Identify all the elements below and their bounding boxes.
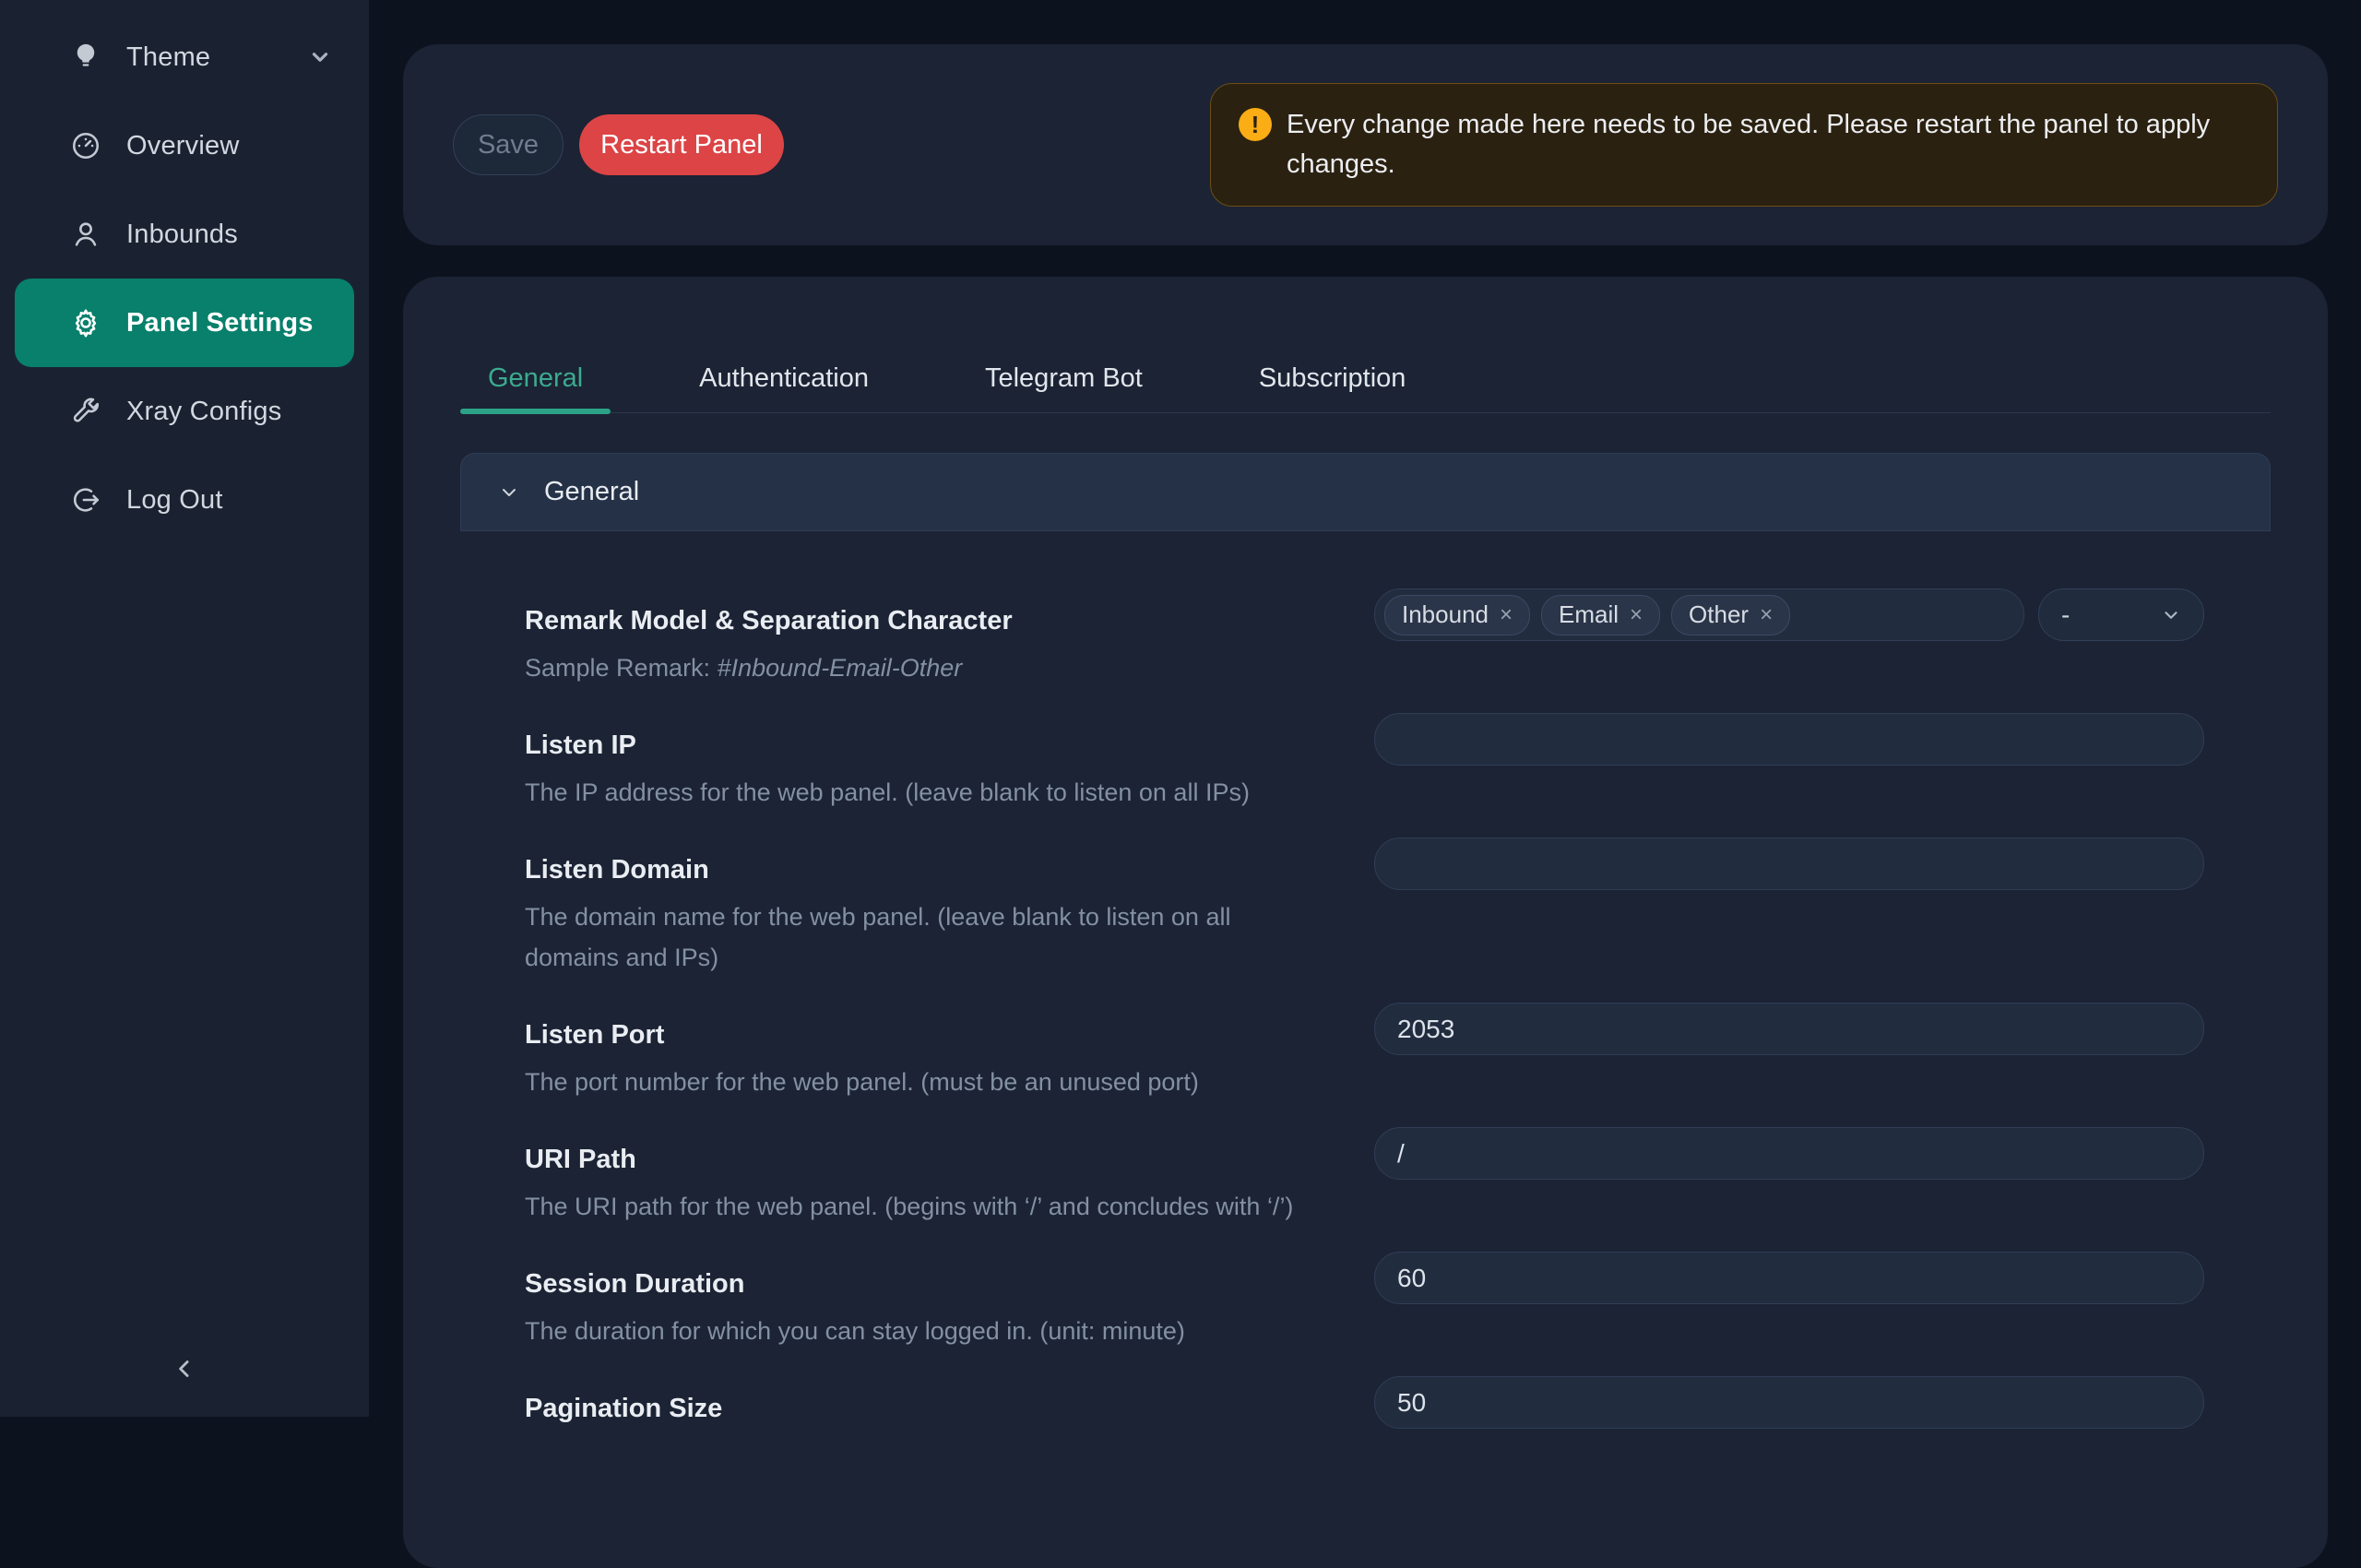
settings-card: General Authentication Telegram Bot Subs… <box>403 277 2328 1568</box>
form-row-listen-ip: Listen IP The IP address for the web pan… <box>460 713 2271 813</box>
gear-icon <box>69 306 102 339</box>
form-row-remark-model: Remark Model & Separation Character Samp… <box>460 588 2271 688</box>
chevron-down-icon <box>2161 605 2181 625</box>
field-help: Sample Remark: #Inbound-Email-Other <box>525 647 1346 688</box>
sidebar-item-panel-settings[interactable]: Panel Settings <box>15 279 354 367</box>
remove-tag-icon[interactable]: × <box>1500 602 1513 628</box>
tag-other: Other × <box>1671 595 1790 636</box>
field-label: Pagination Size <box>525 1390 1346 1427</box>
sidebar-item-overview[interactable]: Overview <box>15 101 354 190</box>
wrench-icon <box>69 395 102 428</box>
restart-warning-alert: ! Every change made here needs to be sav… <box>1210 83 2278 207</box>
toolbar-card: Save Restart Panel ! Every change made h… <box>403 44 2328 245</box>
tag-email: Email × <box>1541 595 1660 636</box>
tab-authentication[interactable]: Authentication <box>671 360 896 412</box>
field-label: Remark Model & Separation Character <box>525 602 1346 639</box>
lightbulb-icon <box>69 41 102 74</box>
form-row-session-duration: Session Duration The duration for which … <box>460 1252 2271 1351</box>
settings-tabs: General Authentication Telegram Bot Subs… <box>460 360 2271 413</box>
field-help: The port number for the web panel. (must… <box>525 1062 1346 1102</box>
field-label: Listen Port <box>525 1016 1346 1053</box>
restart-panel-button[interactable]: Restart Panel <box>579 114 784 175</box>
form-row-pagination-size: Pagination Size <box>460 1376 2271 1429</box>
chevron-left-icon <box>171 1355 198 1387</box>
field-help: The duration for which you can stay logg… <box>525 1311 1346 1351</box>
sidebar: Theme Overview Inbounds <box>0 0 369 1417</box>
tab-telegram-bot[interactable]: Telegram Bot <box>957 360 1170 412</box>
sidebar-item-label: Inbounds <box>126 220 238 250</box>
form-row-listen-port: Listen Port The port number for the web … <box>460 1003 2271 1102</box>
field-help: The domain name for the web panel. (leav… <box>525 897 1346 978</box>
field-label: Session Duration <box>525 1265 1346 1302</box>
sidebar-item-label: Overview <box>126 131 239 161</box>
form-row-uri-path: URI Path The URI path for the web panel.… <box>460 1127 2271 1227</box>
sidebar-item-label: Panel Settings <box>126 308 314 339</box>
separator-value: - <box>2061 600 2070 630</box>
sidebar-collapse-button[interactable] <box>155 1341 214 1400</box>
dashboard-icon <box>69 129 102 162</box>
sidebar-item-label: Log Out <box>126 485 223 516</box>
sidebar-item-inbounds[interactable]: Inbounds <box>15 190 354 279</box>
field-label: Listen Domain <box>525 851 1346 888</box>
sidebar-item-theme[interactable]: Theme <box>15 13 354 101</box>
remove-tag-icon[interactable]: × <box>1630 602 1643 628</box>
form-row-listen-domain: Listen Domain The domain name for the we… <box>460 837 2271 978</box>
user-icon <box>69 218 102 251</box>
alert-text: Every change made here needs to be saved… <box>1287 105 2210 184</box>
remark-model-tags-input[interactable]: Inbound × Email × Other × <box>1374 588 2024 641</box>
collapse-title: General <box>544 477 639 507</box>
field-label: Listen IP <box>525 727 1346 764</box>
general-collapse-header[interactable]: General <box>460 453 2271 531</box>
pagination-size-input[interactable] <box>1374 1376 2204 1429</box>
chevron-down-icon <box>498 481 520 504</box>
listen-port-input[interactable] <box>1374 1003 2204 1055</box>
sidebar-item-label: Theme <box>126 42 210 73</box>
logout-icon <box>69 483 102 517</box>
separator-select[interactable]: - <box>2038 588 2204 641</box>
save-button[interactable]: Save <box>453 114 564 175</box>
chevron-down-icon <box>308 45 332 69</box>
tab-general[interactable]: General <box>460 360 611 412</box>
warning-icon: ! <box>1239 108 1272 141</box>
field-help: The URI path for the web panel. (begins … <box>525 1186 1346 1227</box>
session-duration-input[interactable] <box>1374 1252 2204 1304</box>
sidebar-item-label: Xray Configs <box>126 397 281 427</box>
field-label: URI Path <box>525 1141 1346 1178</box>
main-content: Save Restart Panel ! Every change made h… <box>369 0 2361 1417</box>
listen-ip-input[interactable] <box>1374 713 2204 766</box>
tag-inbound: Inbound × <box>1384 595 1530 636</box>
remove-tag-icon[interactable]: × <box>1760 602 1773 628</box>
tab-subscription[interactable]: Subscription <box>1231 360 1434 412</box>
uri-path-input[interactable] <box>1374 1127 2204 1180</box>
general-form: Remark Model & Separation Character Samp… <box>460 531 2271 1429</box>
listen-domain-input[interactable] <box>1374 837 2204 890</box>
sidebar-item-log-out[interactable]: Log Out <box>15 456 354 544</box>
sidebar-item-xray-configs[interactable]: Xray Configs <box>15 367 354 456</box>
field-help: The IP address for the web panel. (leave… <box>525 772 1346 813</box>
